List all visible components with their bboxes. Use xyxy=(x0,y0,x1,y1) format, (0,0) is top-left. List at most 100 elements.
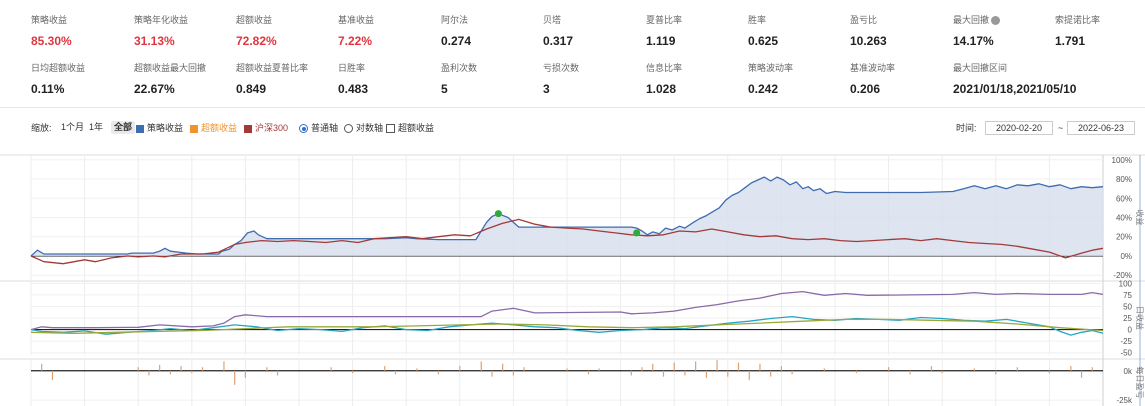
excess-checkbox[interactable]: 超额收益 xyxy=(386,122,434,134)
metric-cell: 阿尔法 0.274 xyxy=(441,15,541,48)
start-date-input[interactable] xyxy=(985,121,1053,135)
daily-pnl-bar xyxy=(823,368,825,371)
daily-pnl-bar xyxy=(1091,367,1093,371)
daily-pnl-bar xyxy=(266,367,268,371)
daily-pnl-bar xyxy=(352,370,354,374)
radio-checked-icon xyxy=(299,124,308,134)
daily-pnl-bar xyxy=(523,367,525,371)
y-tick-label: 25 xyxy=(1123,314,1132,323)
end-date-input[interactable] xyxy=(1067,121,1135,135)
metric-value: 7.22% xyxy=(338,34,373,48)
metric-label: 夏普比率 xyxy=(646,15,683,25)
daily-pnl-bar xyxy=(737,362,740,371)
zoom-1-year-button[interactable]: 1年 xyxy=(86,121,106,134)
chart-toolbar: 缩放: 1个月 1年 全部 策略收益 超额收益 沪深300 普通轴 对数轴 超额… xyxy=(0,118,1145,138)
metric-label: 基准收益 xyxy=(338,15,375,25)
legend-strategy[interactable]: 策略收益 xyxy=(136,122,183,134)
metric-label: 盈亏比 xyxy=(850,15,878,25)
metric-value: 10.263 xyxy=(850,34,887,48)
daily-pnl-bar xyxy=(1070,366,1072,371)
daily-pnl-bar xyxy=(941,370,943,374)
legend-benchmark[interactable]: 沪深300 xyxy=(244,122,288,134)
daily-pnl-bar xyxy=(459,366,461,371)
metric-cell: 盈亏比 10.263 xyxy=(850,15,950,48)
daily-pnl-bar xyxy=(791,370,793,375)
metric-cell: 策略年化收益 31.13% xyxy=(134,15,234,48)
daily-pnl-bar xyxy=(480,361,482,371)
daily-pnl-bar xyxy=(780,366,782,371)
performance-chart[interactable]: 100%80%60%40%20%0%-20%收益1007550250-25-50… xyxy=(0,145,1145,406)
axis-normal-label: 普通轴 xyxy=(311,123,339,133)
daily-pnl-bar xyxy=(1048,370,1050,374)
daily-pnl-bar xyxy=(416,368,418,371)
metric-label: 超额收益 xyxy=(236,15,273,25)
legend-strategy-label: 策略收益 xyxy=(147,123,184,133)
metric-value: 0.274 xyxy=(441,34,472,48)
metric-label: 阿尔法 xyxy=(441,15,469,25)
metric-value: 0.317 xyxy=(543,34,574,48)
daily-pnl-bar xyxy=(394,370,397,375)
metric-label: 盈利次数 xyxy=(441,63,478,73)
zoom-1-month-button[interactable]: 1个月 xyxy=(58,121,87,134)
metrics-panel: 策略收益 85.30% 策略年化收益 31.13% 超额收益 72.82% 基准收益 7.22… xyxy=(0,0,1145,108)
metric-cell: 贝塔 0.317 xyxy=(543,15,643,48)
metric-cell: 盈利次数 5 xyxy=(441,63,541,96)
metric-cell: 夏普比率 1.119 xyxy=(646,15,746,48)
daily-pnl-bar xyxy=(759,363,761,371)
metric-cell: 策略收益 85.30% xyxy=(31,15,131,48)
metric-cell: 日胜率 0.483 xyxy=(338,63,438,96)
daily-pnl-bar xyxy=(566,368,568,371)
daily-pnl-bar xyxy=(930,366,933,371)
metric-cell: 日均超额收益 0.11% xyxy=(31,63,131,96)
metric-value: 85.30% xyxy=(31,34,72,48)
metric-label: 策略年化收益 xyxy=(134,15,189,25)
daily-pnl-bar xyxy=(223,361,225,371)
daily-pnl-bar xyxy=(159,364,161,371)
metric-cell: 胜率 0.625 xyxy=(748,15,848,48)
legend-benchmark-label: 沪深300 xyxy=(255,123,289,133)
y-tick-label: 75 xyxy=(1123,291,1132,300)
daily-pnl-bar xyxy=(748,370,750,381)
daily-pnl-bar xyxy=(598,368,600,371)
daily-pnl-bar xyxy=(384,366,386,371)
metric-label: 索提诺比率 xyxy=(1055,15,1101,25)
metric-value: 22.67% xyxy=(134,82,175,96)
daily-pnl-bar xyxy=(888,367,890,371)
daily-pnl-bar xyxy=(1080,370,1083,378)
daily-pnl-bar xyxy=(330,367,332,371)
y-tick-label: -50 xyxy=(1120,349,1132,358)
metric-value: 0.849 xyxy=(236,82,267,96)
daily-pnl-bar xyxy=(512,370,514,376)
daily-pnl-bar xyxy=(587,370,590,375)
metric-label: 亏损次数 xyxy=(543,63,580,73)
legend-excess[interactable]: 超额收益 xyxy=(190,122,237,134)
metric-value: 0.206 xyxy=(850,82,881,96)
axis-log-radio[interactable]: 对数轴 xyxy=(344,122,383,134)
y-tick-label: 0k xyxy=(1124,367,1133,376)
metric-cell: 超额收益夏普比率 0.849 xyxy=(236,63,336,96)
metric-cell: 策略波动率 0.242 xyxy=(748,63,848,96)
daily-pnl-bar xyxy=(169,370,171,375)
daily-pnl-bar xyxy=(673,362,675,371)
axis-normal-radio[interactable]: 普通轴 xyxy=(299,122,338,134)
metric-label: 最大回撤区间 xyxy=(953,63,1008,73)
daily-pnl-bar xyxy=(662,370,665,377)
daily-pnl-bar xyxy=(641,367,643,371)
metric-cell: 信息比率 1.028 xyxy=(646,63,746,96)
daily-pnl-bar xyxy=(727,370,729,377)
help-icon[interactable] xyxy=(991,16,1001,26)
daily-pnl-bar xyxy=(502,363,504,371)
metric-label: 超额收益夏普比率 xyxy=(236,63,309,73)
daily-pnl-bar xyxy=(684,370,686,376)
trade-marker xyxy=(494,210,502,218)
metric-label: 超额收益最大回撤 xyxy=(134,63,207,73)
metric-cell: 最大回撤区间 2021/01/18,2021/05/10 xyxy=(953,63,1123,96)
daily-pnl-bar xyxy=(652,363,654,371)
daily-pnl-bar xyxy=(855,370,858,374)
daily-pnl-bar xyxy=(201,367,204,371)
y-tick-label: 0% xyxy=(1120,252,1132,261)
y-tick-label: 40% xyxy=(1116,214,1132,223)
zoom-all-button[interactable]: 全部 xyxy=(111,121,136,134)
time-label: 时间: xyxy=(956,123,977,133)
y-axis-title: 每日盈亏 xyxy=(1135,367,1145,399)
